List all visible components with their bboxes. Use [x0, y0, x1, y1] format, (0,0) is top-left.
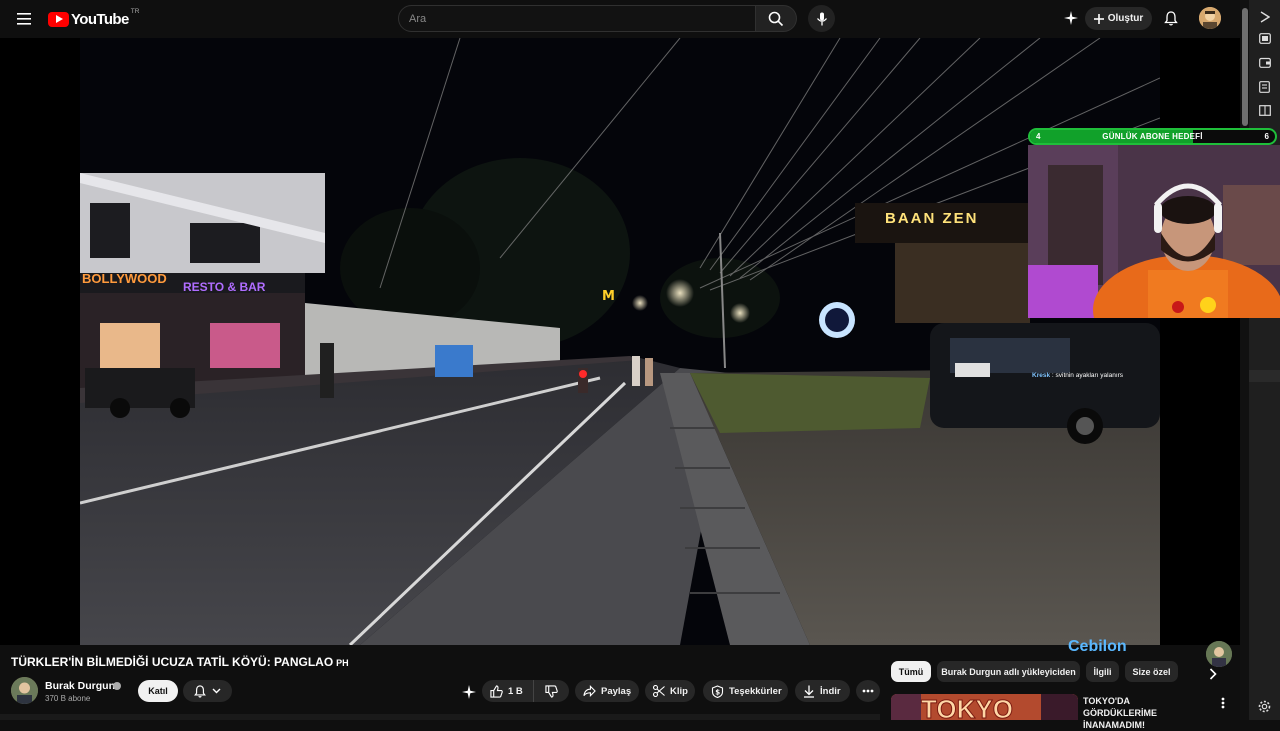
sparkle-icon[interactable]: [1060, 7, 1082, 29]
side-panel-divider: [1249, 370, 1280, 382]
video-title: TÜRKLER'İN BİLMEDİĞİ UCUZA TATİL KÖYÜ: P…: [11, 655, 349, 669]
reader-icon[interactable]: [1256, 102, 1273, 119]
recommendation-more-button[interactable]: [1216, 695, 1230, 711]
night-street-scene: BOLLYWOOD RESTO & BAR BAAN ZEN M: [80, 38, 1160, 645]
webcam-overlay: [1028, 145, 1280, 318]
channel-name[interactable]: Burak Durgun: [45, 680, 115, 692]
share-icon: [583, 685, 596, 697]
sign-resto-bar: RESTO & BAR: [183, 280, 266, 294]
thumbs-down-icon: [545, 684, 558, 698]
recommendation-title[interactable]: TOKYO'DA GÖRDÜKLERİME İNANAMADIM!: [1083, 695, 1203, 731]
streamer-webcam: [1028, 145, 1280, 318]
chat-message: Kresk : svitnin ayakları yalanırs: [1032, 372, 1123, 379]
thanks-icon: $: [711, 684, 724, 698]
ask-ai-sparkle-icon[interactable]: [460, 683, 478, 701]
chat-text: : svitnin ayakları yalanırs: [1051, 372, 1124, 379]
video-title-text: TÜRKLER'İN BİLMEDİĞİ UCUZA TATİL KÖYÜ: P…: [11, 655, 334, 669]
more-horizontal-icon: [862, 689, 874, 693]
recommendation-thumbnail[interactable]: TOKYO: [891, 694, 1078, 720]
sign-bollywood: BOLLYWOOD: [82, 271, 167, 286]
verified-badge-icon: [113, 682, 121, 690]
search-icon: [768, 11, 784, 26]
play-logo-icon: [48, 11, 69, 27]
chip-for-you[interactable]: Size özel: [1125, 661, 1178, 682]
recommendation-thumb-text: TOKYO: [921, 694, 1013, 720]
bell-icon: [1164, 10, 1178, 26]
svg-text:M: M: [602, 289, 615, 304]
gear-icon[interactable]: [1256, 698, 1273, 715]
download-button[interactable]: İndir: [795, 680, 850, 702]
subscriber-count: 370 B abone: [45, 694, 91, 703]
download-icon: [804, 685, 814, 698]
search-button[interactable]: [756, 5, 797, 32]
country-code: TR: [130, 8, 140, 15]
media-icon[interactable]: [1256, 30, 1273, 47]
search-box[interactable]: [398, 5, 756, 32]
like-dislike-group: 1 B: [482, 680, 569, 702]
download-label: İndir: [820, 685, 841, 697]
goal-target: 6: [1264, 132, 1269, 141]
chip-all[interactable]: Tümü: [891, 661, 931, 682]
create-button[interactable]: Oluştur: [1085, 7, 1152, 30]
video-title-flag: PH: [336, 658, 349, 668]
search-input[interactable]: [399, 6, 755, 31]
subscription-notification-button[interactable]: [183, 680, 232, 702]
scissors-icon: [653, 685, 665, 697]
like-count: 1 B: [508, 685, 523, 697]
plus-icon: [1093, 13, 1104, 24]
clip-label: Klip: [670, 685, 688, 697]
join-button[interactable]: Katıl: [138, 680, 178, 702]
chevron-down-icon: [212, 688, 221, 694]
more-vertical-icon: [1221, 697, 1225, 709]
notifications-button[interactable]: [1160, 7, 1182, 29]
chip-related[interactable]: İlgili: [1086, 661, 1119, 682]
chevron-right-icon: [1209, 668, 1217, 680]
clip-button[interactable]: Klip: [645, 680, 695, 702]
like-button[interactable]: 1 B: [482, 680, 534, 702]
page-scrollbar[interactable]: [1240, 0, 1249, 720]
cast-icon[interactable]: [1256, 8, 1273, 25]
scrollbar-thumb[interactable]: [1242, 8, 1248, 126]
svg-text:$: $: [715, 688, 720, 696]
goal-title: GÜNLÜK ABONE HEDEFİ: [1102, 132, 1203, 141]
microphone-icon: [816, 12, 827, 25]
logo-text: YouTube: [71, 10, 129, 28]
account-avatar[interactable]: [1199, 7, 1221, 29]
top-bar: YouTube TR Oluştur: [0, 0, 1240, 38]
subscriber-goal-bar: 4 GÜNLÜK ABONE HEDEFİ 6: [1028, 128, 1277, 145]
bell-icon: [194, 684, 206, 698]
wallet-icon[interactable]: [1256, 54, 1273, 71]
dislike-button[interactable]: [534, 680, 569, 702]
share-button[interactable]: Paylaş: [575, 680, 639, 702]
watermark-text: Cebilon: [1068, 638, 1127, 655]
chip-scroll-next-button[interactable]: [1203, 664, 1223, 684]
share-label: Paylaş: [601, 685, 632, 697]
youtube-logo[interactable]: YouTube TR: [48, 8, 140, 29]
more-actions-button[interactable]: [856, 680, 880, 702]
thanks-button[interactable]: $ Teşekkürler: [703, 680, 788, 702]
chip-from-uploader[interactable]: Burak Durgun adlı yükleyiciden: [937, 661, 1080, 682]
sign-baan-zen: BAAN ZEN: [885, 210, 979, 227]
video-frame[interactable]: BOLLYWOOD RESTO & BAR BAAN ZEN M: [80, 38, 1160, 645]
create-label: Oluştur: [1107, 13, 1144, 24]
menu-icon[interactable]: [10, 6, 38, 32]
recommendation-thumbnail-art: TOKYO: [891, 694, 1078, 720]
description-box-edge[interactable]: [0, 714, 880, 720]
channel-avatar[interactable]: [11, 677, 38, 704]
thumbs-up-icon: [490, 684, 503, 698]
notes-icon[interactable]: [1256, 78, 1273, 95]
thanks-label: Teşekkürler: [729, 685, 782, 697]
browser-side-panel: [1249, 0, 1280, 720]
chat-username: Kresk: [1032, 372, 1051, 379]
voice-search-button[interactable]: [808, 5, 835, 32]
